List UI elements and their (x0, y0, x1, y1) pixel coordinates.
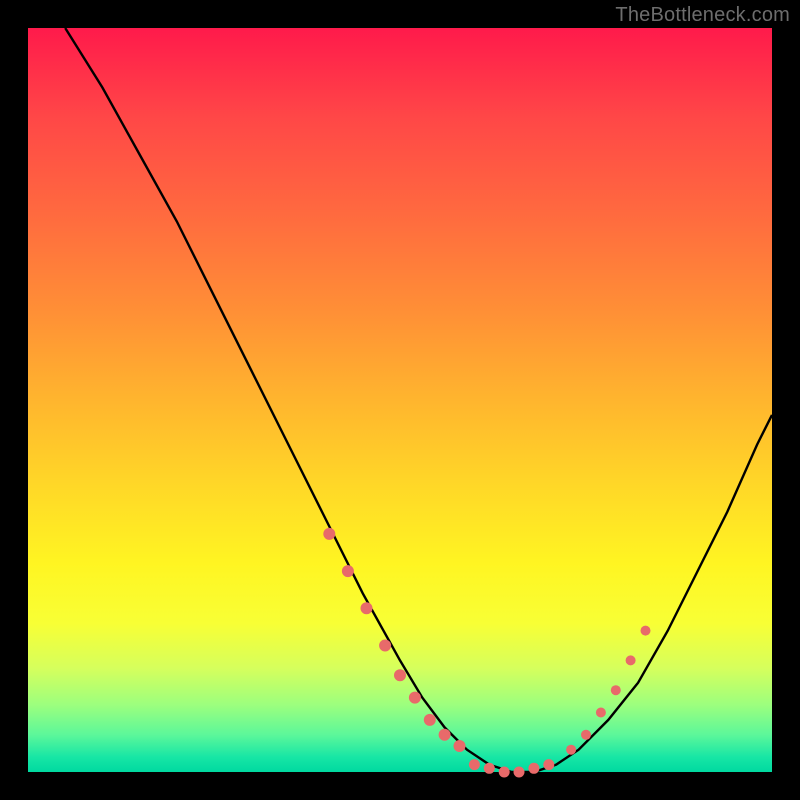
curve-marker (514, 767, 525, 778)
curve-marker (626, 655, 636, 665)
curve-marker (484, 763, 495, 774)
bottleneck-curve-svg (28, 28, 772, 772)
curve-marker (611, 685, 621, 695)
plot-area (28, 28, 772, 772)
curve-marker (581, 730, 591, 740)
curve-marker (528, 763, 539, 774)
left-descent-markers (323, 528, 465, 752)
curve-marker (499, 767, 510, 778)
chart-frame: TheBottleneck.com (0, 0, 800, 800)
curve-marker (394, 669, 406, 681)
curve-marker (424, 714, 436, 726)
curve-marker (409, 692, 421, 704)
curve-marker (469, 759, 480, 770)
attribution-label: TheBottleneck.com (615, 4, 790, 27)
curve-marker (379, 640, 391, 652)
curve-marker (323, 528, 335, 540)
curve-marker (596, 708, 606, 718)
curve-marker (566, 745, 576, 755)
curve-marker (439, 729, 451, 741)
curve-marker (361, 602, 373, 614)
right-ascent-markers (566, 626, 650, 755)
curve-marker (342, 565, 354, 577)
bottleneck-curve (65, 28, 772, 772)
curve-marker (543, 759, 554, 770)
curve-marker (454, 740, 466, 752)
curve-marker (641, 626, 651, 636)
